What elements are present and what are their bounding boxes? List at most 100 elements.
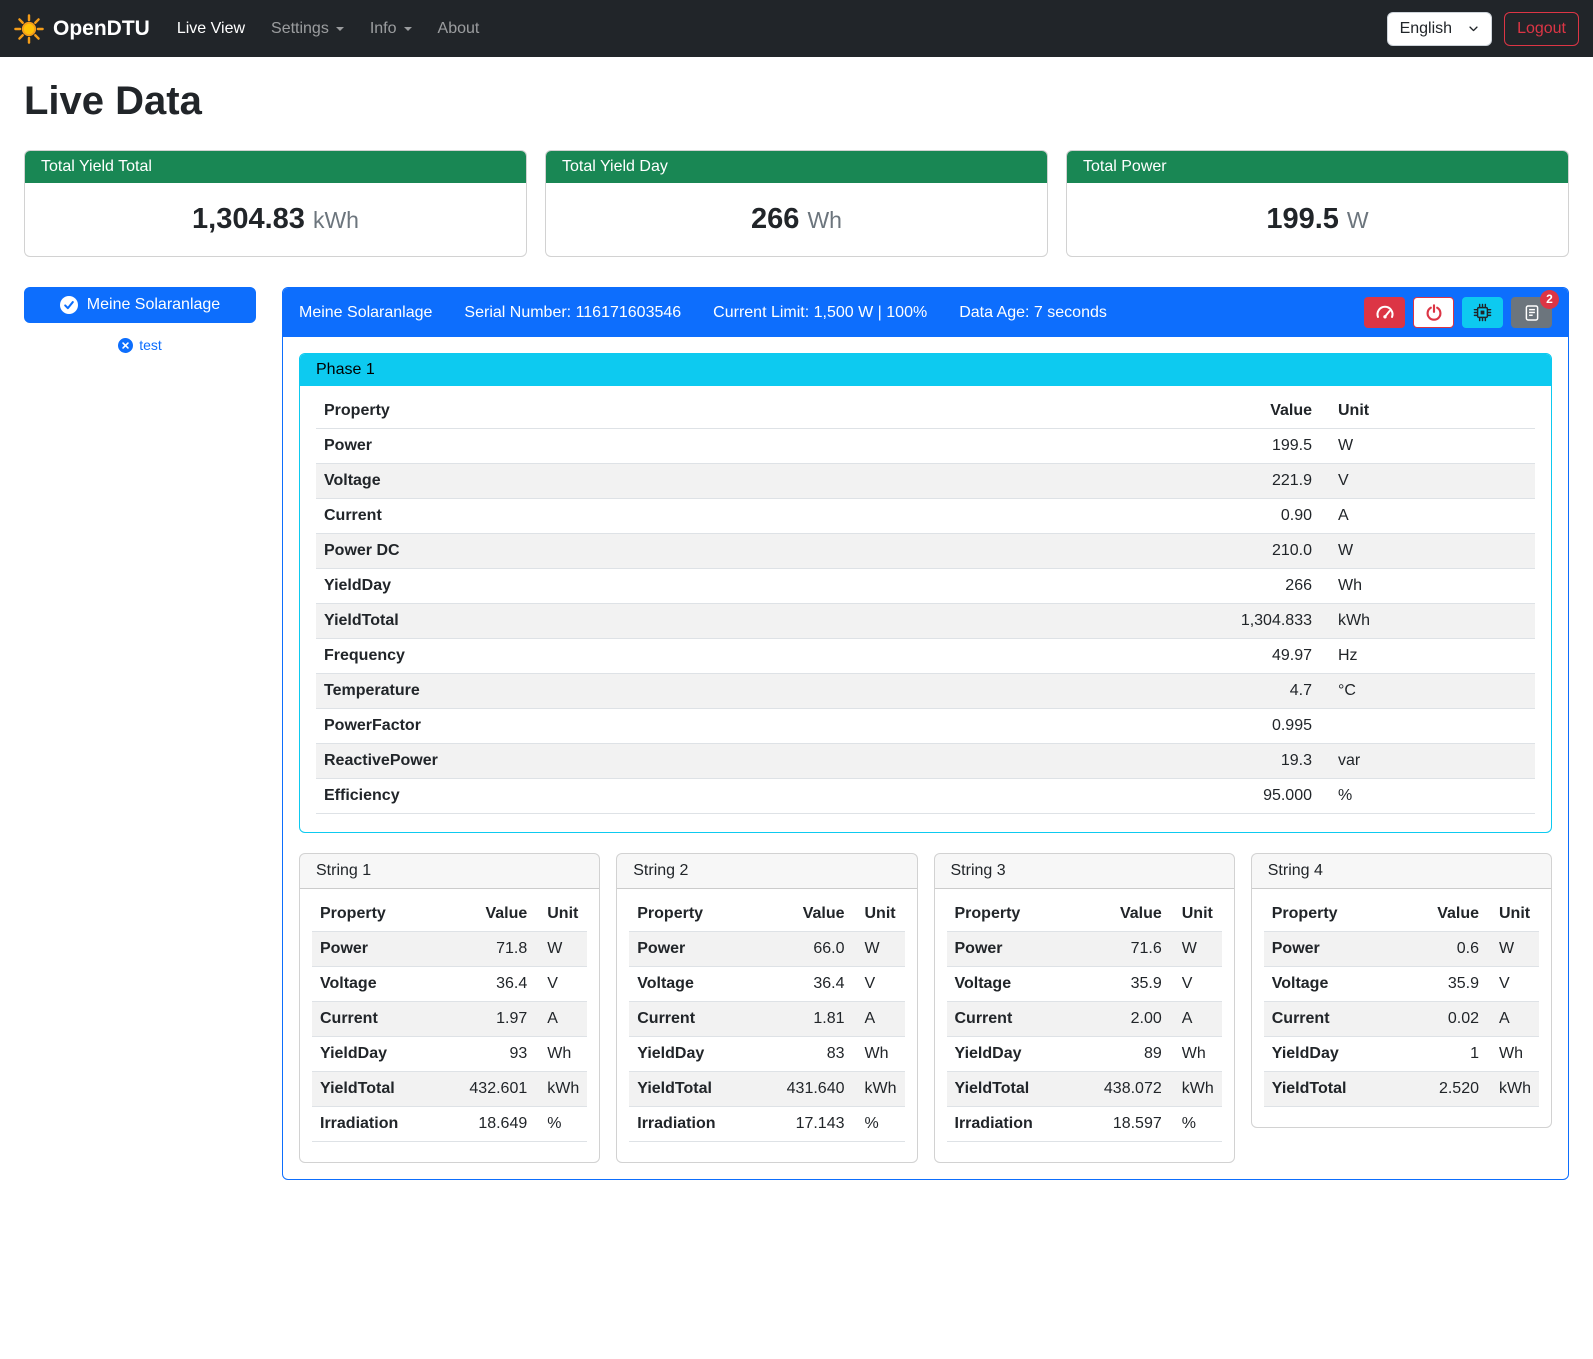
power-control-button[interactable] (1413, 297, 1454, 328)
card-body: 266Wh (546, 183, 1047, 256)
value-cell: 432.601 (437, 1072, 535, 1107)
unit-cell (1320, 709, 1535, 744)
brand-logo[interactable]: OpenDTU (14, 14, 150, 44)
card-title: Total Yield Total (25, 151, 526, 183)
language-select[interactable]: English (1387, 12, 1492, 46)
inverter-card: Meine Solaranlage Serial Number: 1161716… (282, 287, 1569, 1180)
property-cell: Current (1264, 1002, 1400, 1037)
unit-cell: % (853, 1107, 905, 1142)
value-cell: 431.640 (754, 1072, 852, 1107)
value-cell: 0.90 (917, 499, 1320, 534)
unit-cell: Hz (1320, 639, 1535, 674)
unit-cell: kWh (1320, 604, 1535, 639)
column-header-unit: Unit (1320, 394, 1535, 429)
table-row: Temperature 4.7 °C (316, 674, 1535, 709)
value-cell: 2.00 (1072, 1002, 1170, 1037)
limit-settings-button[interactable] (1364, 297, 1405, 328)
value-cell: 221.9 (917, 464, 1320, 499)
unit-cell: kWh (1170, 1072, 1222, 1107)
card-unit: kWh (313, 207, 359, 233)
table-row: Irradiation 18.649 % (312, 1107, 587, 1142)
inverter-actions: 2 (1364, 297, 1552, 328)
column-header-value: Value (754, 897, 852, 932)
property-cell: Irradiation (947, 1107, 1072, 1142)
string-1-card: String 1 Property Value Unit (299, 853, 600, 1163)
table-header-row: Property Value Unit (316, 394, 1535, 429)
unit-cell: % (535, 1107, 587, 1142)
string-card-title: String 4 (1252, 854, 1551, 889)
strings-row: String 1 Property Value Unit (299, 853, 1552, 1163)
table-row: Current 0.02 A (1264, 1002, 1539, 1037)
nav-item-label: Settings (271, 20, 329, 38)
table-row: YieldTotal 438.072 kWh (947, 1072, 1222, 1107)
property-cell: Temperature (316, 674, 917, 709)
property-cell: YieldTotal (1264, 1072, 1400, 1107)
nav-item-settings[interactable]: Settings (258, 12, 357, 46)
value-cell: 19.3 (917, 744, 1320, 779)
inverter-card-body: Phase 1 Property Value Unit (283, 337, 1568, 1179)
main-row: Meine Solaranlage test Meine Solaranlage… (24, 287, 1569, 1180)
power-icon (1425, 304, 1443, 322)
value-cell: 266 (917, 569, 1320, 604)
logout-button[interactable]: Logout (1504, 12, 1579, 46)
column-header-unit: Unit (535, 897, 587, 932)
string-table: Property Value Unit Power (1264, 897, 1539, 1107)
card-title: Total Power (1067, 151, 1568, 183)
card-body: 199.5W (1067, 183, 1568, 256)
property-cell: Current (947, 1002, 1072, 1037)
card-body: 1,304.83kWh (25, 183, 526, 256)
property-cell: Power (629, 932, 754, 967)
value-cell: 35.9 (1072, 967, 1170, 1002)
property-cell: Voltage (316, 464, 917, 499)
table-row: Power 199.5 W (316, 429, 1535, 464)
table-row: Voltage 35.9 V (1264, 967, 1539, 1002)
value-cell: 36.4 (437, 967, 535, 1002)
nav-item-label: About (438, 20, 480, 38)
string-table: Property Value Unit Power (947, 897, 1222, 1142)
string-4-card: String 4 Property Value Unit (1251, 853, 1552, 1128)
test-inverter-link[interactable]: test (24, 337, 256, 353)
property-cell: YieldTotal (312, 1072, 437, 1107)
nav-item-about[interactable]: About (425, 12, 493, 46)
value-cell: 199.5 (917, 429, 1320, 464)
table-row: Power 66.0 W (629, 932, 904, 967)
property-cell: PowerFactor (316, 709, 917, 744)
property-cell: Power DC (316, 534, 917, 569)
device-info-button[interactable] (1462, 297, 1503, 328)
phase-table: Property Value Unit Power (316, 394, 1535, 814)
property-cell: YieldTotal (947, 1072, 1072, 1107)
column-header-property: Property (629, 897, 754, 932)
value-cell: 93 (437, 1037, 535, 1072)
brand-label: OpenDTU (53, 17, 150, 41)
event-log-button[interactable]: 2 (1511, 297, 1552, 328)
string-table: Property Value Unit Power (312, 897, 587, 1142)
column-header-property: Property (1264, 897, 1400, 932)
property-cell: Voltage (629, 967, 754, 1002)
unit-cell: W (1320, 534, 1535, 569)
table-row: YieldTotal 432.601 kWh (312, 1072, 587, 1107)
phase-card: Phase 1 Property Value Unit (299, 353, 1552, 833)
speedometer-icon (1375, 303, 1395, 323)
phase-card-title: Phase 1 (300, 354, 1551, 386)
table-row: Voltage 35.9 V (947, 967, 1222, 1002)
journal-icon (1523, 304, 1541, 322)
inverter-select-button[interactable]: Meine Solaranlage (24, 287, 256, 323)
caret-down-icon (404, 27, 412, 31)
card-value: 266 (751, 203, 799, 235)
table-row: ReactivePower 19.3 var (316, 744, 1535, 779)
value-cell: 0.02 (1400, 1002, 1487, 1037)
string-card-title: String 1 (300, 854, 599, 889)
column-header-property: Property (947, 897, 1072, 932)
inverter-data-age: Data Age: 7 seconds (959, 304, 1107, 322)
table-row: YieldTotal 431.640 kWh (629, 1072, 904, 1107)
nav-item-info[interactable]: Info (357, 12, 425, 46)
unit-cell: A (1320, 499, 1535, 534)
navbar-right: English Logout (1387, 12, 1579, 46)
unit-cell: kWh (1487, 1072, 1539, 1107)
property-cell: YieldDay (316, 569, 917, 604)
table-row: Voltage 36.4 V (312, 967, 587, 1002)
page-content: Live Data Total Yield Total 1,304.83kWh … (0, 57, 1593, 1210)
table-row: Current 1.81 A (629, 1002, 904, 1037)
nav-item-live-view[interactable]: Live View (164, 12, 258, 46)
unit-cell: W (1487, 932, 1539, 967)
